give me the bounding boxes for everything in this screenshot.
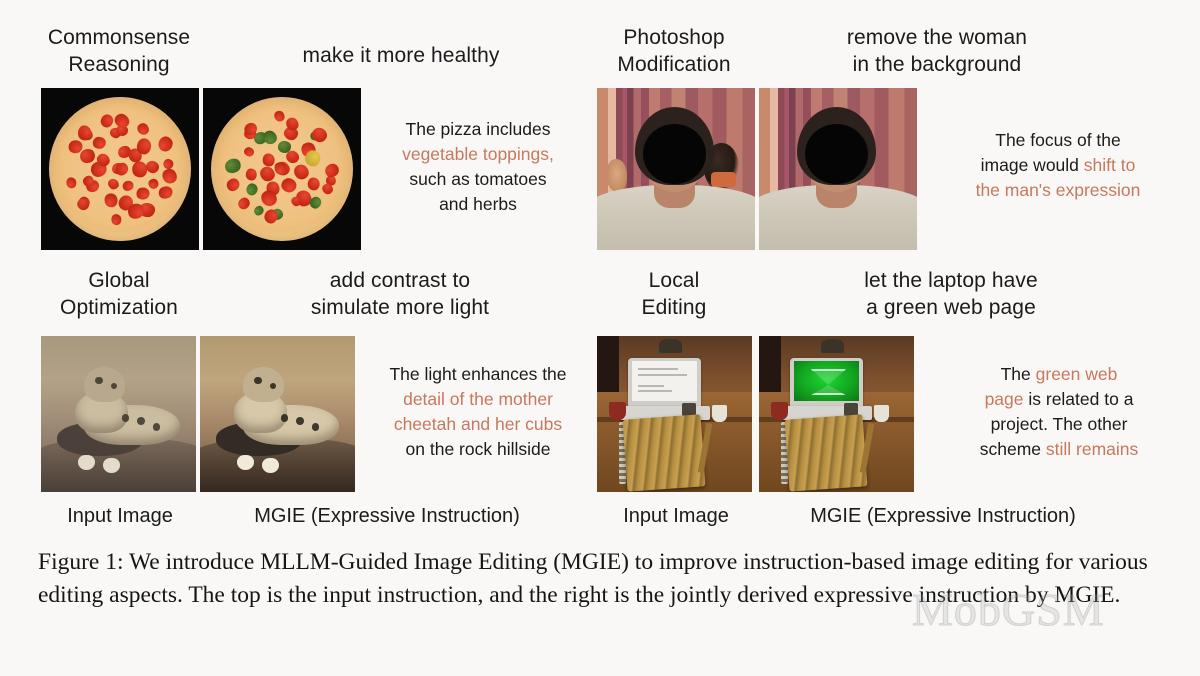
aspect-label-photoshop: Photoshop Modification (588, 25, 760, 79)
spot (296, 417, 304, 425)
expr-plain: is related to a (1023, 388, 1134, 409)
expr-line-1: The green web (944, 362, 1174, 387)
white-cup (711, 404, 728, 422)
laptop-screen (631, 361, 698, 401)
figure-number: Figure 1: (38, 549, 124, 575)
spot (280, 414, 289, 422)
aspect-label-line-1: Local (648, 269, 700, 292)
expressive-instruction-photoshop: The focus of the image would shift to th… (944, 128, 1172, 203)
expr-line-1: The light enhances the (389, 364, 567, 384)
expr-line-3: cheetah and her cubs (393, 413, 563, 434)
input-image-pizza (41, 88, 199, 250)
expr-line-1: The focus of the (995, 130, 1121, 150)
face-redaction-mask (804, 123, 868, 184)
instruction-line-1: let the laptop have (864, 269, 1038, 292)
aspect-label-line-2: Editing (641, 295, 707, 319)
expressive-instruction-global: The light enhances the detail of the mot… (370, 362, 586, 461)
aspect-label-global: Global Optimization (38, 268, 200, 322)
instruction-local: let the laptop have a green web page (810, 268, 1092, 322)
output-image-pizza-veg (203, 88, 361, 250)
aspect-label-line-1: Commonsense (47, 26, 191, 49)
input-image-desk (597, 336, 752, 492)
notebook (622, 414, 705, 492)
expr-line-3: such as tomatoes (409, 168, 547, 189)
hand (606, 159, 627, 192)
expr-line-4: on the rock hillside (405, 438, 551, 459)
instruction-line-1: add contrast to (329, 269, 471, 292)
laptop-lid (790, 357, 863, 407)
spot (137, 417, 145, 425)
output-image-desk-green (759, 336, 914, 492)
expr-highlight: page (984, 388, 1024, 409)
aspect-label-line-1: Photoshop (623, 26, 725, 49)
expr-plain: scheme (979, 438, 1046, 459)
expr-plain: image would (980, 154, 1084, 175)
aspect-label-commonsense: Commonsense Reasoning (24, 25, 214, 79)
expr-line-4: scheme still remains (944, 437, 1174, 462)
input-image-portrait (597, 88, 755, 250)
expressive-instruction-commonsense: The pizza includes vegetable toppings, s… (372, 117, 584, 216)
cheetah-head (243, 367, 284, 402)
expressive-instruction-local: The green web page is related to a proje… (944, 362, 1174, 461)
red-cup (609, 401, 627, 421)
expr-line-3: the man's expression (975, 179, 1141, 200)
instruction-line-2: a green web page (866, 295, 1036, 319)
notebook (784, 414, 867, 492)
aspect-label-line-2: Modification (617, 52, 731, 76)
output-image-cheetah-contrast (200, 336, 355, 492)
input-image-cheetah (41, 336, 196, 492)
instruction-global: add contrast to simulate more light (252, 268, 548, 322)
aspect-label-line-2: Reasoning (68, 52, 170, 76)
instruction-line-2: in the background (852, 52, 1022, 76)
spot (121, 414, 130, 422)
figure-caption-text: We introduce MLLM-Guided Image Editing (… (38, 549, 1148, 609)
caption-right-output: MGIE (Expressive Instruction) (810, 505, 1076, 527)
expr-line-3: project. The other (990, 413, 1128, 434)
lamp (659, 339, 683, 354)
white-cup (873, 404, 890, 422)
lamp (821, 339, 845, 354)
screen-content-line (638, 368, 678, 371)
expr-line-2: vegetable toppings, (402, 143, 554, 164)
expr-plain: The (1000, 364, 1036, 384)
expr-line-2: page is related to a (944, 387, 1174, 412)
spot (110, 382, 117, 390)
background-object (710, 172, 737, 187)
aspect-label-line-2: Optimization (60, 295, 178, 319)
spot (269, 382, 276, 390)
caption-left-input: Input Image (67, 505, 173, 527)
face-redaction-mask (642, 123, 706, 184)
figure-caption: Figure 1: We introduce MLLM-Guided Image… (38, 546, 1166, 613)
expr-line-2: detail of the mother (403, 388, 553, 409)
instruction-line-2: simulate more light (310, 295, 490, 319)
instruction-line-1: remove the woman (846, 26, 1028, 49)
green-page-graphic (810, 369, 847, 396)
expr-highlight: still remains (1045, 438, 1139, 459)
aspect-label-line-1: Global (88, 269, 150, 292)
expr-line-2: image would shift to (944, 153, 1172, 178)
screen-content-line (638, 373, 687, 376)
expr-line-4: and herbs (439, 193, 517, 214)
screen-content-line (638, 389, 673, 392)
figure-root: Commonsense Reasoning make it more healt… (0, 0, 1200, 676)
cheetah-head (84, 367, 125, 402)
expr-line-1: The pizza includes (405, 119, 551, 139)
expr-highlight: green web (1035, 364, 1118, 384)
instruction-line-1: make it more healthy (302, 44, 500, 67)
caption-right-input: Input Image (623, 505, 729, 527)
caption-left-output: MGIE (Expressive Instruction) (254, 505, 520, 527)
output-image-portrait-clean (759, 88, 917, 250)
laptop-lid (628, 357, 701, 407)
expr-highlight: shift to (1083, 154, 1136, 175)
laptop-screen-green (793, 361, 860, 401)
instruction-photoshop: remove the woman in the background (792, 25, 1082, 79)
aspect-label-local: Local Editing (600, 268, 748, 322)
screen-content-line (638, 384, 665, 387)
red-cup (771, 401, 789, 421)
instruction-commonsense: make it more healthy (246, 43, 556, 70)
